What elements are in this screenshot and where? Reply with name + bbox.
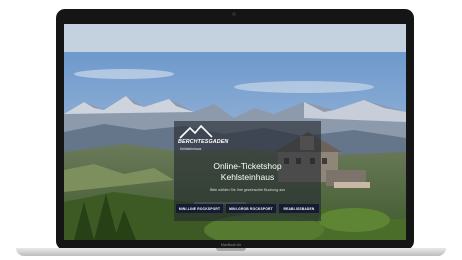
browser-header-strip bbox=[64, 24, 406, 52]
laptop-screen: BERCHTESGADEN Kehlsteinhaus Online-Ticke… bbox=[64, 24, 406, 240]
booking-option-button-2[interactable]: MINI-GROB ROCKSPORT bbox=[226, 204, 276, 213]
hero-background-photo: BERCHTESGADEN Kehlsteinhaus Online-Ticke… bbox=[64, 52, 406, 240]
page-title: Online-Ticketshop bbox=[213, 161, 282, 171]
webcam-icon bbox=[232, 12, 236, 16]
logo-title: BERCHTESGADEN bbox=[178, 139, 229, 145]
laptop-opening-notch bbox=[216, 248, 246, 251]
logo-subtitle: Kehlsteinhaus bbox=[180, 147, 202, 151]
ticketshop-overlay: BERCHTESGADEN Kehlsteinhaus Online-Ticke… bbox=[174, 121, 321, 221]
laptop-brand-label: MacBook Air bbox=[220, 243, 242, 247]
booking-option-button-1[interactable]: MINI-LINE ROCKSPORT bbox=[176, 204, 223, 213]
mountain-logo-icon bbox=[179, 125, 213, 139]
page-subtitle: Kehlsteinhaus bbox=[220, 172, 275, 182]
berchtesgaden-logo: BERCHTESGADEN Kehlsteinhaus bbox=[178, 125, 232, 155]
selection-hint: Bitte wählen Sie Ihre gewünschte Buchung… bbox=[209, 188, 286, 192]
booking-option-button-3[interactable]: REABLISSBADEN bbox=[279, 204, 319, 213]
laptop-base bbox=[16, 248, 446, 256]
